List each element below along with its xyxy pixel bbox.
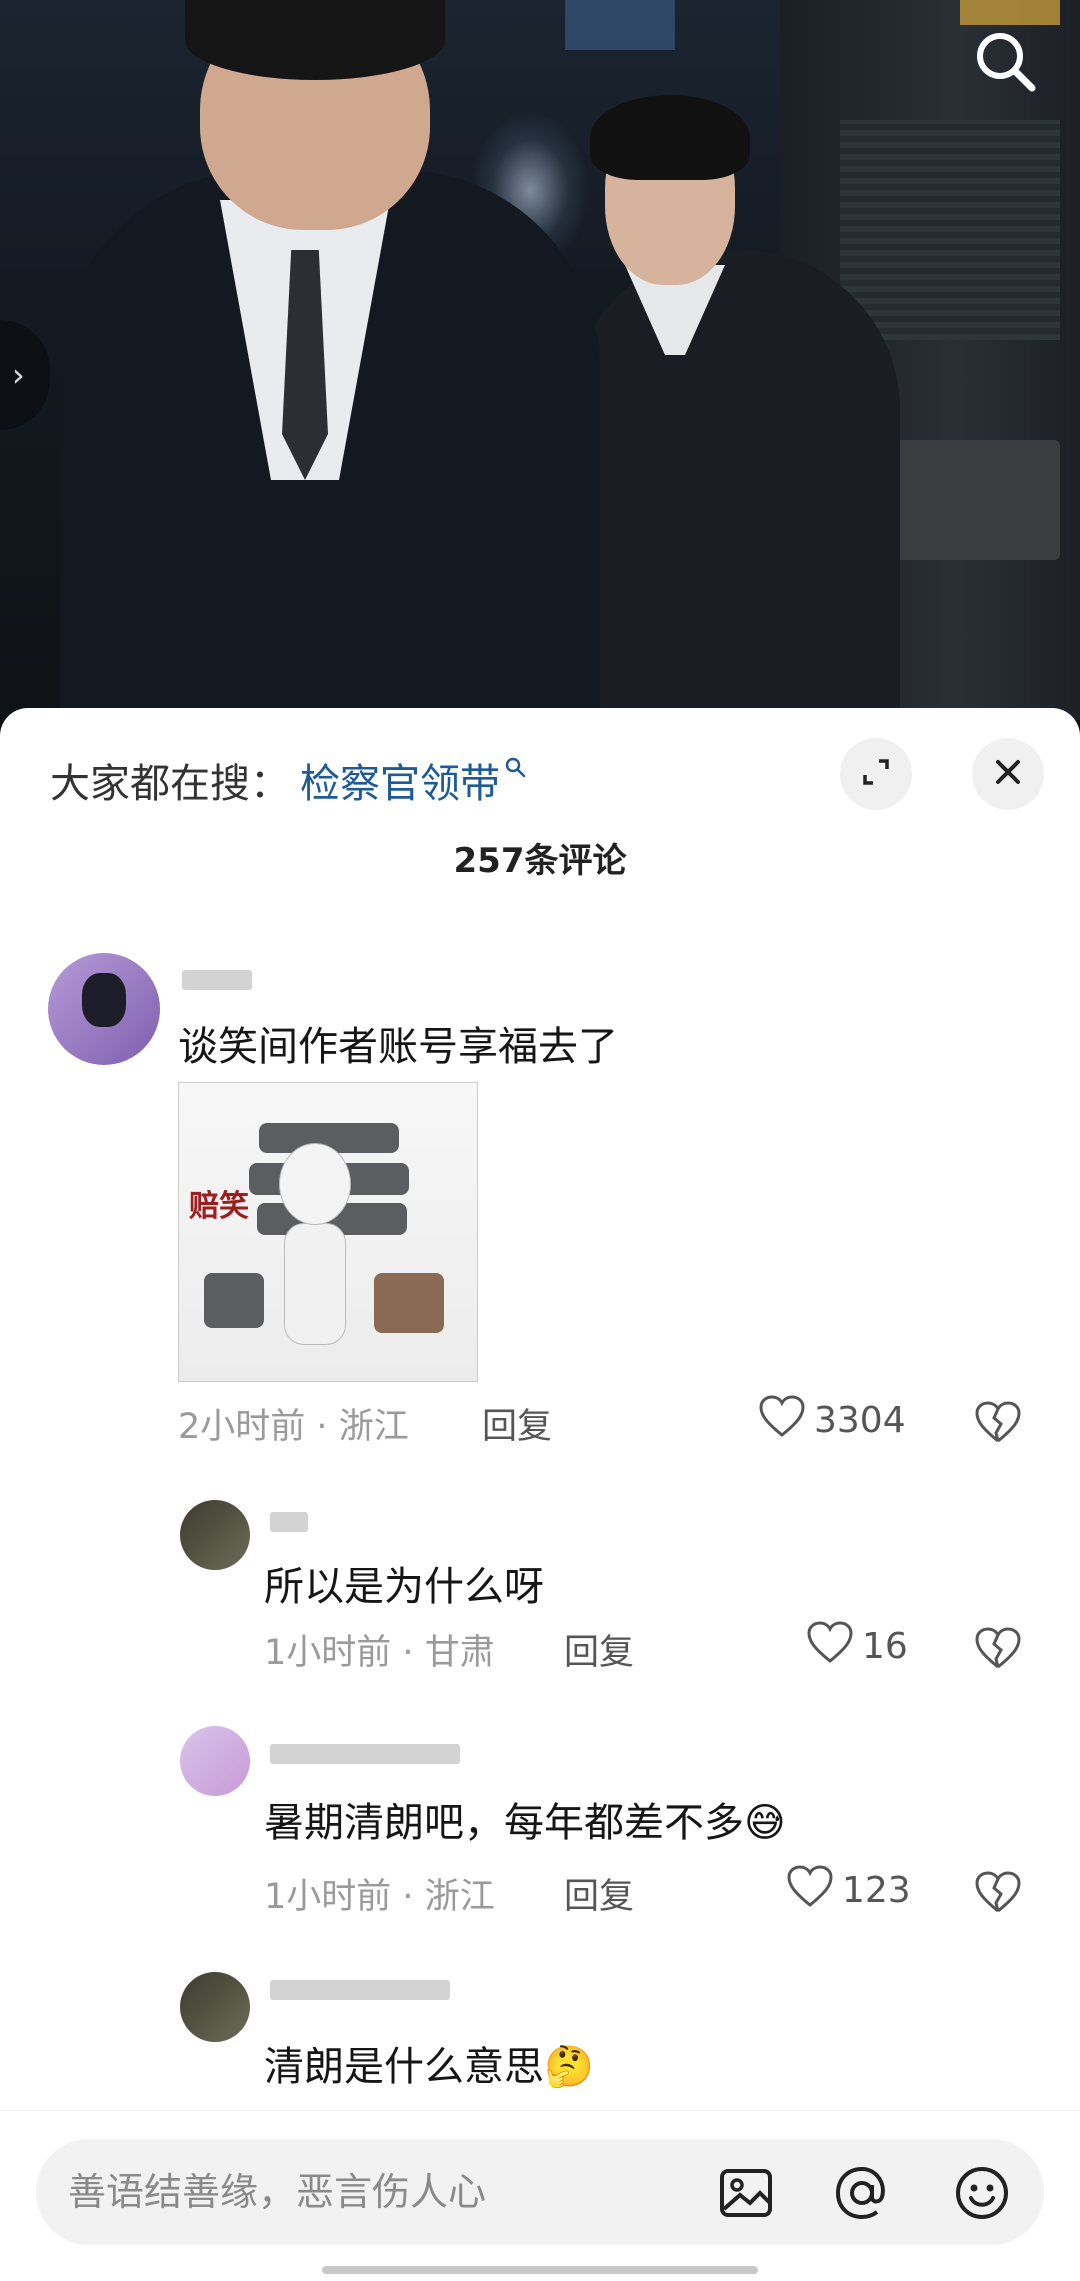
person-left	[0, 0, 620, 720]
broken-heart-icon	[974, 1401, 1022, 1448]
reply-button[interactable]: 回复	[564, 1624, 634, 1675]
search-small-icon	[504, 755, 526, 785]
comment-input[interactable]: 善语结善缘，恶言伤人心	[36, 2139, 1044, 2245]
hot-search-bar[interactable]: 大家都在搜： 检察官领带	[50, 750, 526, 810]
comments-count: 257条评论	[453, 841, 627, 881]
broken-heart-icon	[974, 1627, 1022, 1674]
dislike-button[interactable]	[974, 1626, 1022, 1674]
comment-time: 2小时前	[178, 1407, 306, 1447]
reply-button[interactable]: 回复	[564, 1868, 634, 1919]
home-indicator[interactable]	[322, 2266, 758, 2274]
comment-location: 浙江	[338, 1407, 409, 1447]
image-icon[interactable]	[716, 2163, 776, 2223]
like-count: 3304	[814, 1400, 906, 1441]
username-blurred[interactable]	[270, 1744, 460, 1764]
background-sign	[960, 0, 1060, 25]
close-button[interactable]	[972, 738, 1044, 810]
meta-separator: ·	[316, 1407, 339, 1447]
expand-icon	[859, 755, 893, 793]
like-count: 16	[862, 1626, 908, 1667]
comment-input-placeholder: 善语结善缘，恶言伤人心	[68, 2170, 487, 2214]
hot-search-prefix: 大家都在搜：	[50, 761, 290, 807]
comment-meta: 1小时前 · 浙江	[264, 1868, 495, 1919]
comment-text: 谈笑间作者账号享福去了	[178, 1024, 618, 1070]
meme-figure-body	[284, 1223, 346, 1345]
comment-time: 1小时前	[264, 1633, 392, 1673]
username-blurred[interactable]	[270, 1980, 450, 2000]
avatar[interactable]	[180, 1500, 250, 1570]
comment-time: 1小时前	[264, 1877, 392, 1917]
broken-heart-icon	[974, 1871, 1022, 1918]
like-count: 123	[842, 1870, 911, 1911]
comment-image[interactable]: 赔笑	[178, 1082, 478, 1382]
background-shutter	[840, 120, 1060, 340]
heart-icon	[758, 1394, 814, 1447]
comment-location: 浙江	[424, 1877, 495, 1917]
heart-icon	[786, 1864, 842, 1917]
comment-text: 暑期清朗吧，每年都差不多😅	[264, 1800, 786, 1846]
comment-sheet: 大家都在搜： 检察官领带 257条评论 谈笑间作者账号享福去了 赔笑 2小时前 …	[0, 708, 1080, 2280]
meme-pot	[204, 1273, 264, 1328]
close-icon	[993, 757, 1023, 791]
avatar-image	[82, 973, 126, 1027]
meme-figure-face	[279, 1143, 351, 1225]
hot-search-keyword[interactable]: 检察官领带	[300, 751, 500, 809]
comment-meta: 2小时前 · 浙江	[178, 1398, 409, 1449]
at-icon[interactable]	[832, 2163, 892, 2223]
meta-separator: ·	[402, 1633, 425, 1673]
dislike-button[interactable]	[974, 1400, 1022, 1448]
comment-input-bar: 善语结善缘，恶言伤人心	[0, 2110, 1080, 2281]
avatar[interactable]	[180, 1726, 250, 1796]
video-player[interactable]: ›	[0, 0, 1080, 720]
meme-pot	[374, 1273, 444, 1333]
heart-icon	[806, 1620, 862, 1673]
like-button[interactable]: 16	[806, 1620, 908, 1673]
comment-text: 所以是为什么呀	[264, 1564, 544, 1610]
dislike-button[interactable]	[974, 1870, 1022, 1918]
avatar[interactable]	[48, 953, 160, 1065]
comment-meta: 1小时前 · 甘肃	[264, 1624, 495, 1675]
comment-text: 清朗是什么意思🤔	[264, 2044, 594, 2090]
person-left-hair	[185, 0, 445, 80]
search-icon[interactable]	[970, 26, 1040, 96]
avatar[interactable]	[180, 1972, 250, 2042]
reply-button[interactable]: 回复	[482, 1398, 552, 1449]
comment-location: 甘肃	[424, 1633, 495, 1673]
expand-button[interactable]	[840, 738, 912, 810]
username-blurred[interactable]	[270, 1512, 308, 1532]
like-button[interactable]: 123	[786, 1864, 911, 1917]
username-blurred[interactable]	[182, 970, 252, 990]
emoji-icon[interactable]	[952, 2163, 1012, 2223]
like-button[interactable]: 3304	[758, 1394, 906, 1447]
meme-label: 赔笑	[189, 1189, 249, 1224]
meta-separator: ·	[402, 1877, 425, 1917]
